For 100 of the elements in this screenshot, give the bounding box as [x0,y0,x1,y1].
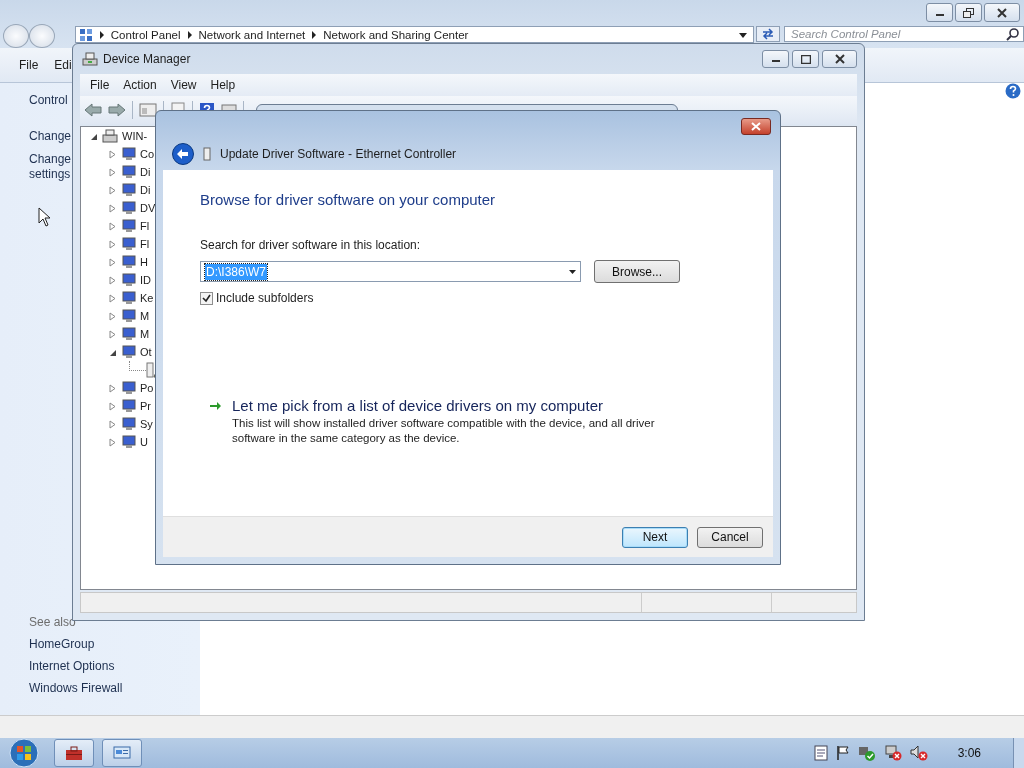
network-error-icon[interactable] [883,745,902,761]
restore-button[interactable] [955,3,982,22]
properties-icon[interactable] [139,102,157,118]
expand-icon[interactable] [108,167,117,177]
taskbar-button[interactable] [54,739,94,767]
flag-icon[interactable] [835,745,850,761]
restore-icon [962,7,975,18]
tree-item[interactable]: H [140,256,148,268]
device-icon [120,398,137,414]
device-icon [120,380,137,396]
show-desktop-button[interactable] [1013,738,1024,768]
cursor-icon [38,207,52,227]
maximize-button[interactable] [792,50,819,68]
device-icon [120,290,137,306]
expand-icon[interactable] [108,221,117,231]
next-button[interactable]: Next [622,526,688,548]
expand-icon[interactable] [108,293,117,303]
menu-item[interactable]: Edi [54,58,72,72]
expand-icon[interactable] [108,419,117,429]
chevron-icon [98,30,105,39]
expand-icon[interactable] [108,437,117,447]
help-icon[interactable] [1005,83,1021,99]
nav-link[interactable]: Change [29,129,73,144]
tree-item[interactable]: Po [140,382,154,394]
close-button[interactable] [741,118,771,135]
checkbox[interactable] [200,291,213,305]
back-button[interactable] [172,142,194,165]
device-icon [120,326,137,342]
tree-item[interactable]: U [140,436,148,448]
breadcrumb-item[interactable]: Control Panel [110,28,181,41]
minimize-button[interactable] [926,3,953,22]
expand-icon[interactable] [108,383,117,393]
tree-item[interactable]: Ot [140,346,152,358]
dropdown-icon[interactable] [569,270,576,274]
nav-link[interactable]: HomeGroup [29,637,200,651]
document-icon[interactable] [813,745,828,761]
menu-item[interactable]: View [170,78,197,92]
nav-link[interactable]: Internet Options [29,659,200,673]
device-icon [120,182,137,198]
refresh-icon [761,28,775,40]
close-button[interactable] [822,50,857,68]
tree-item[interactable]: WIN- [122,130,148,142]
tree-item[interactable]: Fl [140,220,150,232]
address-bar[interactable]: Control Panel Network and Internet Network and Sharing Center [74,26,755,43]
expand-icon[interactable] [108,185,117,195]
nav-link[interactable]: Windows Firewall [29,681,200,695]
cancel-button[interactable]: Cancel [697,526,763,548]
tree-item[interactable]: Di [140,166,151,178]
tree-item[interactable]: Fl [140,238,150,250]
menu-item[interactable]: Help [210,78,236,92]
close-button[interactable] [984,3,1020,22]
search-field[interactable]: Search Control Panel [784,26,1024,42]
start-button[interactable] [6,738,42,768]
menu-item[interactable]: File [90,78,110,92]
dialog-title: Update Driver Software - Ethernet Controller [220,146,457,161]
taskbar-button[interactable] [102,739,142,767]
tree-item[interactable]: Pr [140,400,151,412]
device-icon [120,308,137,324]
expand-icon[interactable] [108,329,117,339]
forward-arrow-icon[interactable] [108,102,126,118]
tree-item[interactable]: ID [140,274,151,286]
tree-item[interactable]: M [140,328,150,340]
expand-icon[interactable] [108,239,117,249]
device-icon [120,254,137,270]
tree-item[interactable]: Ke [140,292,154,304]
dropdown-icon[interactable] [739,33,748,38]
expand-icon[interactable] [108,401,117,411]
breadcrumb-item[interactable]: Network and Internet [198,28,306,41]
breadcrumb-item[interactable]: Network and Sharing Center [323,28,469,41]
back-arrow-icon[interactable] [84,102,102,118]
heading: Browse for driver software on your computer [200,191,497,208]
chevron-icon [186,30,193,39]
refresh-button[interactable] [756,26,780,42]
nav-link[interactable]: Control [29,93,73,108]
menu-item[interactable]: Action [123,78,157,92]
tree-item[interactable]: M [140,310,150,322]
device-icon [120,236,137,252]
tree-item[interactable]: Co [140,148,155,160]
computer-icon [102,128,118,144]
option-link[interactable]: Let me pick from a list of device drivers on my computer [232,397,687,414]
menu-item[interactable]: File [19,58,39,72]
shield-check-icon[interactable] [857,745,876,761]
expand-icon[interactable] [108,149,117,159]
expand-icon[interactable] [108,311,117,321]
tree-item[interactable]: Sy [140,418,153,430]
nav-link[interactable]: Change settings [29,152,73,182]
tree-item[interactable]: DV [140,202,156,214]
window-icon [113,745,131,761]
checkbox-label[interactable]: Include subfolders [216,291,314,305]
expand-icon[interactable] [108,257,117,267]
field-label: Search for driver software in this location: [200,238,422,252]
arrow-icon [209,400,222,412]
search-icon [1006,28,1019,41]
expand-icon[interactable] [108,275,117,285]
browse-button[interactable]: Browse... [594,260,680,283]
speaker-muted-icon[interactable] [909,745,928,761]
minimize-button[interactable] [762,50,789,68]
expand-icon[interactable] [108,203,117,213]
forward-button[interactable] [29,24,55,48]
tree-item[interactable]: Di [140,184,151,196]
